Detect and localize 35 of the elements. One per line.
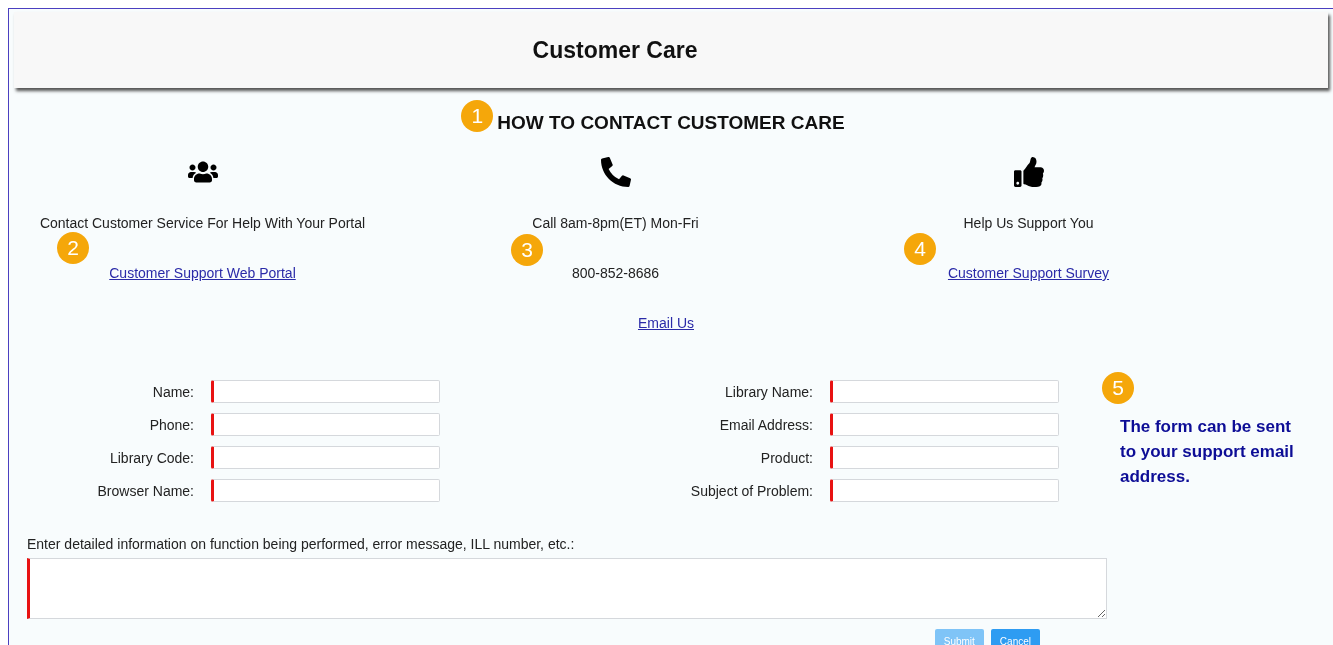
contact-text: Call 8am-8pm(ET) Mon-Fri	[532, 214, 699, 232]
phone-icon	[600, 156, 631, 188]
input-field[interactable]	[830, 479, 1059, 502]
input-field[interactable]	[211, 479, 440, 502]
field-label: Product:	[759, 449, 813, 466]
email-link[interactable]: Email Us	[638, 314, 694, 332]
input-field[interactable]	[830, 413, 1059, 436]
contact-text: Contact Customer Service For Help With Your Portal	[39, 214, 366, 232]
thumbs-up-icon	[1013, 156, 1044, 188]
contact-link[interactable]: Customer Support Web Portal	[109, 264, 296, 282]
callout-number: 3	[511, 234, 543, 266]
field-label: Library Name:	[724, 383, 813, 400]
section-heading: HOW TO CONTACT CUSTOMER CARE	[497, 112, 845, 134]
field-label: Name:	[151, 383, 194, 400]
callout-number: 2	[57, 232, 89, 264]
contact-text: Help Us Support You	[963, 214, 1094, 232]
field-label: Library Code:	[108, 449, 194, 466]
field-label: Subject of Problem:	[689, 482, 813, 499]
field-label: Phone:	[148, 416, 194, 433]
input-field[interactable]	[211, 413, 440, 436]
page-title: Customer Care	[532, 36, 698, 64]
callout-number: 5	[1102, 372, 1134, 404]
contact-link[interactable]: Customer Support Survey	[947, 264, 1110, 282]
input-field[interactable]	[211, 380, 440, 403]
field-label: Email Address:	[718, 416, 813, 433]
form-note: The form can be sent to your support email address.	[1120, 416, 1295, 488]
callout-number: 4	[904, 233, 936, 265]
input-field[interactable]	[830, 380, 1059, 403]
input-field[interactable]	[830, 446, 1059, 469]
callout-number: 1	[461, 100, 494, 132]
details-label: Enter detailed information on function being performed, error message, ILL number, etc.:	[27, 536, 576, 552]
phone-number: 800-852-8686	[571, 264, 660, 282]
field-label: Browser Name:	[96, 482, 194, 499]
input-field[interactable]	[211, 446, 440, 469]
details-field[interactable]	[27, 558, 1107, 619]
